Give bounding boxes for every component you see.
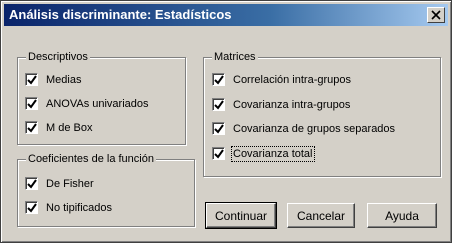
anovas-label: ANOVAs univariados [46, 97, 149, 110]
close-button[interactable] [427, 7, 445, 23]
mbox-checkbox-row[interactable]: M de Box [25, 121, 92, 134]
ayuda-button[interactable]: Ayuda [367, 203, 437, 228]
checkmark-icon [27, 99, 37, 109]
descriptivos-legend: Descriptivos [26, 51, 90, 63]
no-tipificados-label: No tipificados [46, 201, 113, 214]
covarianza-total-checkbox-row[interactable]: Covarianza total [212, 145, 315, 162]
checkmark-icon [27, 203, 37, 213]
medias-label: Medias [46, 73, 82, 86]
coeficientes-group: Coeficientes de la función [17, 153, 195, 227]
covarianza-total-checkbox[interactable] [212, 147, 225, 160]
dialog-window: Análisis discriminante: Estadísticos Des… [0, 0, 452, 243]
anovas-checkbox-row[interactable]: ANOVAs univariados [25, 97, 149, 110]
covarianza-total-label: Covarianza total [231, 145, 315, 162]
checkmark-icon [27, 75, 37, 85]
cancelar-button[interactable]: Cancelar [287, 203, 355, 228]
checkmark-icon [27, 123, 37, 133]
no-tipificados-checkbox-row[interactable]: No tipificados [25, 201, 112, 214]
coeficientes-legend: Coeficientes de la función [26, 153, 156, 165]
covarianza-separados-checkbox-row[interactable]: Covarianza de grupos separados [212, 122, 395, 135]
mbox-label: M de Box [46, 121, 93, 134]
fisher-label: De Fisher [46, 177, 94, 190]
fisher-checkbox[interactable] [25, 177, 38, 190]
window-title: Análisis discriminante: Estadísticos [9, 7, 232, 22]
close-icon [431, 10, 441, 20]
continuar-button[interactable]: Continuar [205, 202, 277, 229]
covarianza-intra-label: Covarianza intra-grupos [233, 98, 351, 111]
correlacion-intra-label: Correlación intra-grupos [233, 73, 351, 86]
checkmark-icon [214, 75, 224, 85]
anovas-checkbox[interactable] [25, 97, 38, 110]
matrices-legend: Matrices [212, 51, 258, 63]
medias-checkbox-row[interactable]: Medias [25, 73, 81, 86]
correlacion-intra-checkbox-row[interactable]: Correlación intra-grupos [212, 73, 351, 86]
checkmark-icon [27, 179, 37, 189]
correlacion-intra-checkbox[interactable] [212, 73, 225, 86]
checkmark-icon [214, 100, 224, 110]
covarianza-intra-checkbox[interactable] [212, 98, 225, 111]
covarianza-intra-checkbox-row[interactable]: Covarianza intra-grupos [212, 98, 350, 111]
covarianza-separados-checkbox[interactable] [212, 122, 225, 135]
checkmark-icon [214, 149, 224, 159]
no-tipificados-checkbox[interactable] [25, 201, 38, 214]
covarianza-separados-label: Covarianza de grupos separados [233, 122, 396, 135]
checkmark-icon [214, 124, 224, 134]
medias-checkbox[interactable] [25, 73, 38, 86]
title-bar[interactable]: Análisis discriminante: Estadísticos [4, 4, 448, 26]
fisher-checkbox-row[interactable]: De Fisher [25, 177, 94, 190]
mbox-checkbox[interactable] [25, 121, 38, 134]
